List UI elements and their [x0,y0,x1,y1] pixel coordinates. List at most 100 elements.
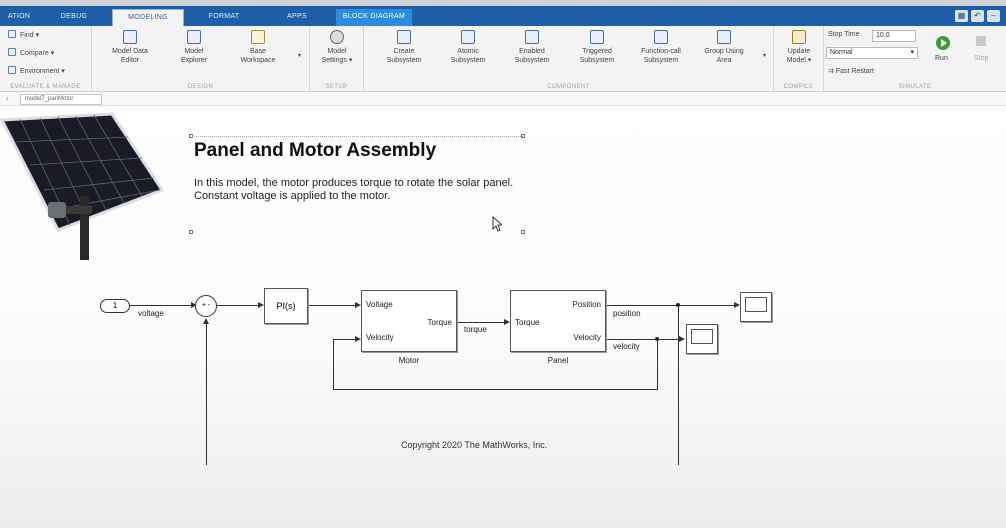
tab-format[interactable]: FORMAT [196,9,252,26]
mouse-cursor-icon [492,216,502,232]
wire[interactable] [206,324,207,465]
position-scope-block[interactable] [740,292,772,322]
model-explorer-button[interactable]: Model Explorer [168,30,220,65]
wire[interactable] [607,305,737,306]
section-label-component: COMPONENT [547,84,590,90]
tab-block-diagram[interactable]: BLOCK DIAGRAM [336,9,412,26]
inport-block[interactable]: 1 [100,299,130,313]
stop-icon[interactable] [976,36,986,46]
environment-button[interactable]: Environment ▾ [8,66,65,77]
section-evaluate-manage: Find ▾ Compare ▾ Environment ▾ EVALUATE … [0,26,92,92]
motor-voltage-port: Voltage [366,300,393,309]
section-label-simulate: SIMULATE [898,84,932,90]
solar-panel-image [0,112,165,260]
model-tab-strip: ‹ model7_panMotor [0,92,1006,106]
undo-icon[interactable]: ↶ [971,10,984,22]
tab-simulation[interactable]: ATION [0,9,38,26]
section-label-evaluate: EVALUATE & MANAGE [10,84,81,90]
wire[interactable] [607,339,682,340]
section-label-compile: COMPILE [783,84,814,90]
component-expand-icon[interactable]: ▾ [763,52,766,59]
stop-time-input[interactable]: 10.0 [872,30,916,42]
position-signal-label: position [613,309,641,318]
section-setup: Model Settings ▾ SETUP [310,26,364,92]
back-arrow-icon[interactable]: ‹ [6,94,9,103]
torque-signal-label: torque [464,325,487,334]
model-title: Panel and Motor Assembly [194,140,437,161]
function-call-icon [654,30,668,44]
group-using-area-button[interactable]: Group Using Area [696,30,752,65]
arrow-head [203,318,209,324]
tab-modeling[interactable]: MODELING [112,9,184,26]
minimize-icon[interactable]: – [987,10,1000,22]
chevron-down-icon: ▾ [910,49,914,56]
design-expand-icon[interactable]: ▾ [298,52,301,59]
wire[interactable] [657,339,658,389]
grid-icon[interactable]: ▦ [955,10,968,22]
create-subsystem-button[interactable]: Create Subsystem [376,30,432,65]
sum-block[interactable]: + - [195,295,217,317]
atomic-subsystem-icon [461,30,475,44]
wire[interactable] [130,305,194,306]
run-icon[interactable] [936,36,950,50]
velocity-signal-label: velocity [613,342,640,351]
magnifier-icon [8,30,16,38]
triggered-subsystem-icon [590,30,604,44]
model-settings-button[interactable]: Model Settings ▾ [312,30,362,65]
scope-screen [745,297,767,312]
create-subsystem-icon [397,30,411,44]
model-tab[interactable]: model7_panMotor [20,94,102,105]
panel-velocity-port: Velocity [573,333,601,342]
find-button[interactable]: Find ▾ [8,30,39,41]
arrow-head [679,336,685,342]
pi-controller-block[interactable]: PI(s) [264,288,308,324]
tab-apps[interactable]: APPS [272,9,322,26]
workspace-icon [251,30,265,44]
wire[interactable] [309,305,358,306]
section-label-setup: SETUP [325,84,348,90]
stop-time-label: Stop Time [828,31,860,38]
wire[interactable] [333,389,658,390]
enabled-subsystem-icon [525,30,539,44]
section-component: Create Subsystem Atomic Subsystem Enable… [364,26,774,92]
atomic-subsystem-button[interactable]: Atomic Subsystem [440,30,496,65]
velocity-scope-block[interactable] [686,324,718,354]
panel-block[interactable]: Position Torque Velocity [510,290,606,352]
base-workspace-button[interactable]: Base Workspace [232,30,284,65]
wire[interactable] [333,339,334,389]
motor-torque-port: Torque [427,318,452,327]
function-call-subsystem-button[interactable]: Function-call Subsystem [630,30,692,65]
selection-border [192,136,523,137]
wire[interactable] [217,305,261,306]
model-data-editor-button[interactable]: Model Data Editor [104,30,156,65]
wire[interactable] [678,305,679,465]
selection-handle[interactable] [189,230,193,234]
motor-velocity-port: Velocity [366,333,394,342]
update-model-button[interactable]: Update Model ▾ [776,30,822,65]
section-compile: Update Model ▾ COMPILE [774,26,824,92]
simulink-window: ATION DEBUG MODELING FORMAT APPS BLOCK D… [0,0,1006,528]
compare-icon [8,48,16,56]
data-editor-icon [123,30,137,44]
tab-debug[interactable]: DEBUG [50,9,98,26]
copyright-text: Copyright 2020 The MathWorks, Inc. [401,440,548,450]
scope-screen [691,329,713,344]
section-design: Model Data Editor Model Explorer Base Wo… [92,26,310,92]
selection-handle[interactable] [521,230,525,234]
simulation-mode-select[interactable]: Normal ▾ [826,47,918,59]
compare-button[interactable]: Compare ▾ [8,48,54,59]
motor-block[interactable]: Voltage Torque Velocity [361,290,457,352]
motor-block-name: Motor [398,356,420,365]
area-icon [717,30,731,44]
ribbon: Find ▾ Compare ▾ Environment ▾ EVALUATE … [0,26,1006,92]
wire[interactable] [458,322,507,323]
fast-restart-button[interactable]: ⇉ Fast Restart [828,67,874,75]
arrow-head [355,336,361,342]
stop-label: Stop [974,55,989,62]
fast-restart-icon: ⇉ [828,68,834,75]
section-label-design: DESIGN [187,84,214,90]
triggered-subsystem-button[interactable]: Triggered Subsystem [568,30,626,65]
panel-position-port: Position [572,300,601,309]
enabled-subsystem-button[interactable]: Enabled Subsystem [504,30,560,65]
environment-icon [8,66,16,74]
